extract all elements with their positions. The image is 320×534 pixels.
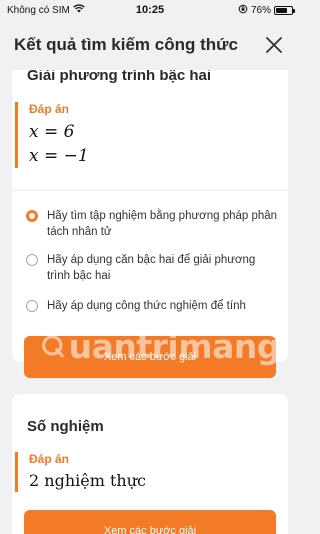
option-label: Hãy áp dụng căn bậc hai để giải phương t… — [47, 254, 256, 282]
result-card-root-count: Số nghiệm Đáp án 2 nghiệm thực Xem các b… — [12, 394, 288, 534]
radio-button[interactable] — [26, 300, 38, 312]
method-option-formula[interactable]: Hãy áp dụng công thức nghiệm để tính — [26, 298, 278, 314]
battery-icon — [274, 5, 295, 15]
battery-level — [276, 7, 288, 13]
answer-line: 2 nghiệm thực — [29, 471, 146, 490]
status-time: 10:25 — [135, 4, 165, 16]
answer-line: x = −1 — [29, 146, 89, 166]
view-steps-button[interactable]: Xem các bước giải — [24, 510, 276, 534]
divider — [12, 190, 288, 191]
page-title: Kết quả tìm kiếm công thức — [14, 35, 238, 54]
method-option-square-root[interactable]: Hãy áp dụng căn bậc hai để giải phương t… — [26, 252, 278, 284]
radio-button[interactable] — [26, 254, 38, 266]
close-button[interactable] — [262, 33, 286, 57]
radio-button[interactable] — [26, 210, 38, 222]
answer-label: Đáp án — [29, 102, 70, 116]
answer-label: Đáp án — [29, 452, 70, 466]
card-title: Số nghiệm — [27, 418, 104, 435]
carrier-text: Không có SIM — [7, 4, 70, 16]
header: Kết quả tìm kiếm công thức — [0, 20, 300, 70]
battery-percent: 76% — [250, 4, 271, 16]
view-steps-button[interactable]: Xem các bước giải — [24, 336, 276, 378]
option-label: Hãy áp dụng công thức nghiệm để tính — [47, 300, 246, 312]
wifi-icon — [73, 4, 85, 16]
status-right: 76% — [183, 4, 295, 17]
answer-block: Đáp án 2 nghiệm thực — [15, 452, 146, 492]
result-card-quadratic: Giải phương trình bậc hai Đáp án x = 6 x… — [12, 58, 288, 378]
status-bar: Không có SIM 10:25 76% — [0, 0, 300, 20]
answer-block: Đáp án x = 6 x = −1 — [15, 102, 89, 168]
orientation-lock-icon — [238, 4, 248, 17]
status-left: Không có SIM — [7, 4, 117, 16]
answer-line: x = 6 — [29, 122, 75, 142]
method-option-factoring[interactable]: Hãy tìm tập nghiệm bằng phương pháp phân… — [26, 208, 278, 240]
close-icon — [266, 37, 282, 53]
option-label: Hãy tìm tập nghiệm bằng phương pháp phân… — [47, 210, 278, 238]
